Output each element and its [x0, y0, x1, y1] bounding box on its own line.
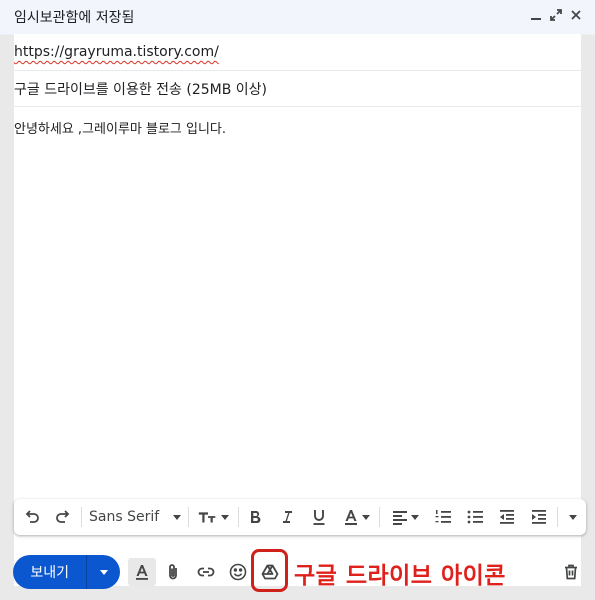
toolbar-divider [379, 507, 380, 527]
chevron-down-icon [221, 514, 229, 520]
google-drive-icon[interactable] [256, 558, 284, 586]
chevron-down-icon [569, 514, 577, 520]
more-formatting-icon[interactable] [565, 505, 581, 529]
indent-more-icon[interactable] [529, 505, 549, 529]
toolbar-divider [81, 507, 82, 527]
minimize-icon[interactable] [527, 6, 545, 24]
formatting-toolbar: Sans Serif [14, 499, 586, 535]
message-body[interactable]: 안녕하세요 ,그레이루마 블로그 입니다. [14, 118, 226, 137]
bold-icon[interactable] [245, 505, 265, 529]
align-icon[interactable] [389, 505, 421, 529]
compose-window: 임시보관함에 저장됨 https://grayruma.tistory.com/… [0, 0, 595, 600]
compose-header[interactable]: 임시보관함에 저장됨 [0, 0, 595, 35]
numbered-list-icon[interactable] [433, 505, 453, 529]
subject-field[interactable]: 구글 드라이브를 이용한 전송 (25MB 이상) [14, 79, 267, 99]
formatting-options-icon[interactable] [128, 558, 156, 586]
attach-icon[interactable] [159, 558, 187, 586]
undo-icon[interactable] [22, 505, 42, 529]
chevron-down-icon [411, 514, 419, 520]
emoji-icon[interactable] [224, 558, 252, 586]
toolbar-divider [238, 507, 239, 527]
recipient-field[interactable]: https://grayruma.tistory.com/ [14, 44, 219, 60]
compose-title: 임시보관함에 저장됨 [14, 10, 135, 26]
send-button[interactable]: 보내기 [13, 555, 88, 589]
chevron-down-icon [362, 514, 370, 520]
trash-icon[interactable] [557, 558, 585, 586]
text-color-icon[interactable] [341, 505, 371, 529]
drive-icon-annotation: 구글 드라이브 아이콘 [294, 563, 506, 589]
toolbar-divider [188, 507, 189, 527]
chevron-down-icon [99, 569, 108, 575]
italic-icon[interactable] [277, 505, 297, 529]
close-icon[interactable] [567, 6, 585, 24]
bulleted-list-icon[interactable] [465, 505, 485, 529]
link-icon[interactable] [192, 558, 220, 586]
redo-icon[interactable] [53, 505, 73, 529]
pop-out-icon[interactable] [547, 6, 565, 24]
send-options-button[interactable] [87, 555, 120, 589]
compose-actions: 보내기 구글 드라이브 아이콘 [0, 547, 595, 600]
text-size-icon[interactable] [196, 505, 230, 529]
indent-less-icon[interactable] [497, 505, 517, 529]
font-family-value: Sans Serif [89, 509, 160, 525]
toolbar-divider [557, 507, 558, 527]
underline-icon[interactable] [309, 505, 329, 529]
chevron-down-icon [173, 514, 182, 520]
font-family-select[interactable]: Sans Serif [89, 505, 182, 529]
send-button-group: 보내기 [13, 555, 120, 589]
